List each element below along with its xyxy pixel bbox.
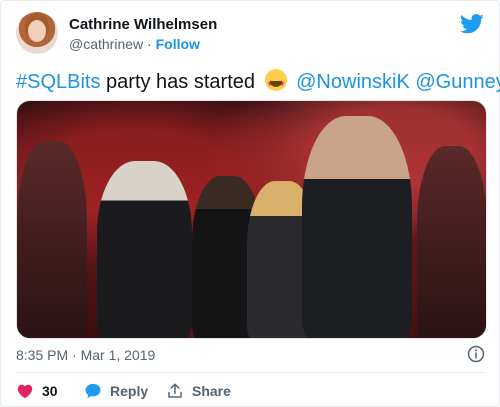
mention-link-2[interactable]: @GunneyK <box>415 71 500 93</box>
divider <box>16 372 485 373</box>
tweet-timestamp[interactable]: 8:35 PM · Mar 1, 2019 <box>16 347 155 363</box>
share-icon <box>168 383 182 398</box>
tweet-photo[interactable] <box>16 100 487 339</box>
share-label: Share <box>192 383 231 399</box>
photo-crowd-right <box>417 146 486 338</box>
twitter-bird-icon[interactable] <box>460 13 484 35</box>
tweet-card: Cathrine Wilhelmsen @cathrinew · Follow … <box>0 0 500 407</box>
author-handle-row: @cathrinew · Follow <box>69 36 200 52</box>
follow-button[interactable]: Follow <box>156 36 200 52</box>
info-icon[interactable] <box>467 345 485 363</box>
handle-separator: · <box>143 36 156 52</box>
photo-crowd-left <box>17 141 87 338</box>
star-struck-emoji-icon <box>264 69 287 96</box>
author-handle[interactable]: @cathrinew <box>69 36 143 52</box>
reply-bubble-icon <box>85 383 101 399</box>
reply-label: Reply <box>110 383 149 399</box>
photo-person-1 <box>97 161 192 338</box>
author-name[interactable]: Cathrine Wilhelmsen <box>69 16 217 33</box>
photo-person-4 <box>302 116 412 338</box>
like-count: 30 <box>42 383 58 399</box>
avatar[interactable] <box>16 12 58 54</box>
tweet-text: #SQLBits party has started @NowinskiK @G… <box>16 69 500 96</box>
tweet-body: party has started <box>100 71 261 93</box>
heart-icon <box>17 384 33 399</box>
hashtag-link[interactable]: #SQLBits <box>16 71 100 93</box>
share-button[interactable]: Share <box>166 382 231 400</box>
reply-button[interactable]: Reply <box>84 382 148 400</box>
mention-link-1[interactable]: @NowinskiK <box>296 71 410 93</box>
like-button[interactable]: 30 <box>16 382 58 400</box>
